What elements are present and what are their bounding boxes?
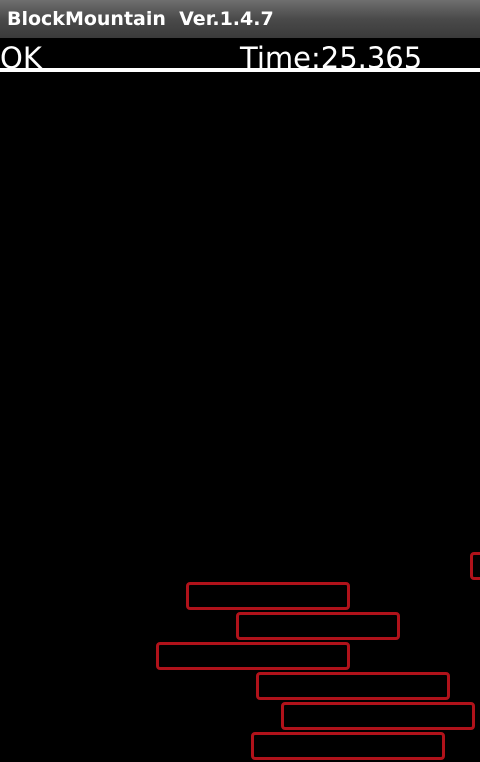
block [251,732,445,760]
game-board[interactable] [0,72,480,762]
app-title-bar: BlockMountain Ver.1.4.7 [0,0,480,38]
block [156,642,350,670]
block [470,552,480,580]
hud-bar: OK Time:25.365 [0,38,480,75]
block [236,612,400,640]
app-version: Ver.1.4.7 [179,8,274,30]
block [256,672,450,700]
block [281,702,475,730]
block [186,582,350,610]
app-title: BlockMountain [7,8,166,30]
